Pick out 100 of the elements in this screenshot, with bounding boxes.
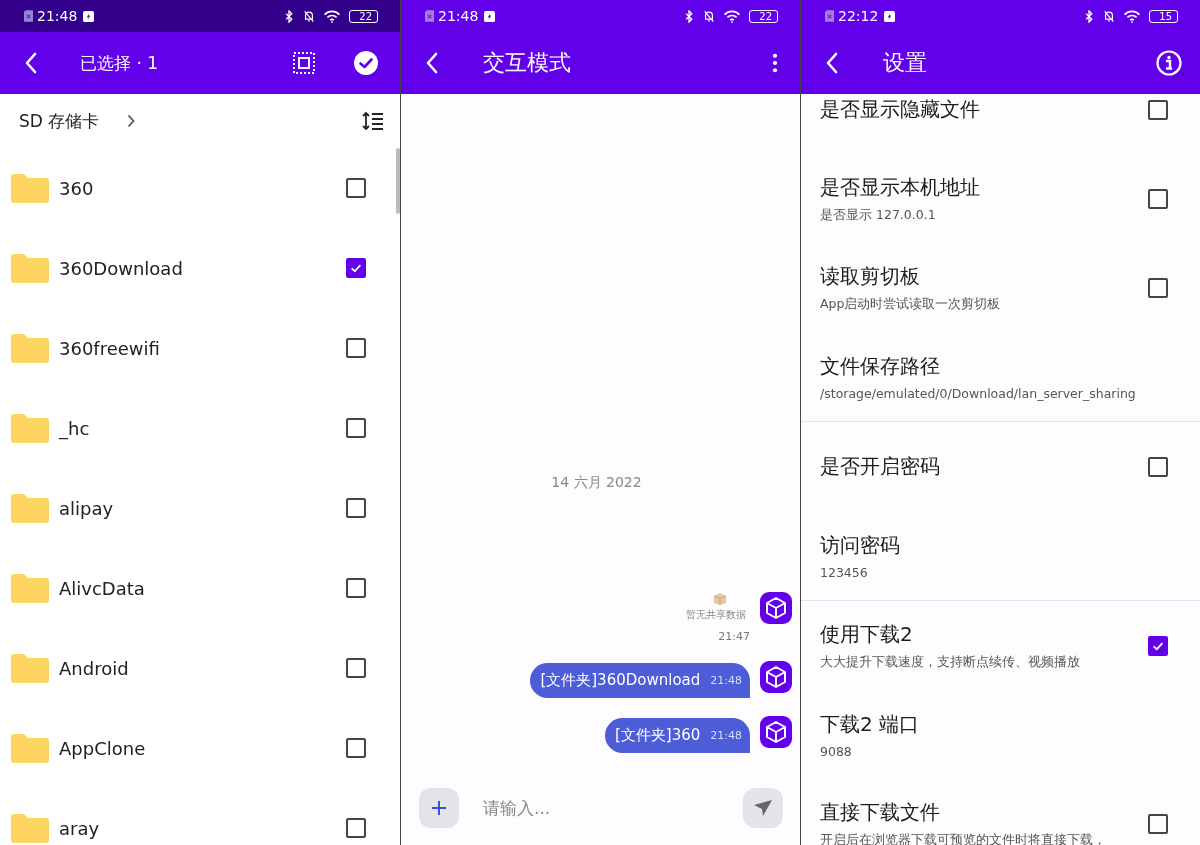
settings-item[interactable]: 是否显示本机地址 是否显示 127.0.0.1	[801, 154, 1200, 243]
folder-icon	[11, 573, 49, 603]
setting-title: 使用下载2	[820, 620, 914, 648]
checkbox[interactable]	[346, 258, 366, 278]
checkbox[interactable]	[1148, 456, 1168, 477]
cube-avatar-icon	[760, 716, 792, 748]
folder-row[interactable]: Android	[0, 628, 400, 708]
folder-name: 360freewifi	[59, 337, 160, 359]
checkbox[interactable]	[346, 178, 366, 198]
folder-icon	[11, 253, 49, 283]
plus-icon	[431, 800, 447, 816]
folder-row[interactable]: aray	[0, 788, 400, 845]
muted-bell-icon	[703, 9, 716, 23]
folder-name: AppClone	[59, 737, 146, 759]
settings-item[interactable]: 读取剪切板 App启动时尝试读取一次剪切板	[801, 243, 1200, 332]
folder-icon	[11, 493, 49, 523]
checkbox[interactable]	[346, 578, 366, 598]
status-time: 21:48	[37, 8, 78, 24]
confirm-check-icon[interactable]	[354, 51, 378, 75]
battery-level: 22	[349, 9, 378, 23]
folder-row[interactable]: 360	[0, 148, 400, 228]
more-menu-icon[interactable]	[772, 53, 778, 73]
send-button[interactable]	[743, 788, 783, 828]
folder-row[interactable]: 360Download	[0, 228, 400, 308]
checkbox[interactable]	[1148, 99, 1168, 120]
folder-icon	[11, 813, 49, 843]
message-bubble[interactable]: [文件夹]360 21:48	[604, 718, 750, 753]
setting-description: App启动时尝试读取一次剪切板	[820, 295, 1002, 313]
info-icon[interactable]	[1156, 50, 1182, 76]
select-all-icon[interactable]	[293, 52, 315, 74]
checkbox[interactable]	[1148, 188, 1168, 209]
message-time: 21:47	[718, 630, 750, 643]
checkbox[interactable]	[346, 738, 366, 758]
flash-icon	[83, 10, 95, 22]
folder-name: 360Download	[59, 257, 183, 279]
send-icon	[753, 799, 773, 817]
sim-card-icon	[825, 10, 834, 22]
message-bubble[interactable]: [文件夹]360Download 21:48	[530, 663, 750, 698]
checkbox[interactable]	[346, 818, 366, 838]
add-button[interactable]	[419, 788, 459, 828]
folder-row[interactable]: _hc	[0, 388, 400, 468]
setting-description: 是否显示 127.0.0.1	[820, 206, 937, 224]
checkbox[interactable]	[346, 338, 366, 358]
setting-title: 访问密码	[820, 531, 901, 559]
checkbox[interactable]	[346, 658, 366, 678]
chevron-right-icon	[127, 114, 136, 128]
message-time: 21:48	[710, 729, 742, 742]
settings-item[interactable]: 使用下载2 大大提升下载速度，支持断点续传、视频播放	[801, 601, 1200, 690]
box-icon	[712, 592, 728, 606]
folder-name: AlivcData	[59, 577, 145, 599]
wifi-icon	[723, 9, 742, 23]
folder-name: Android	[59, 657, 129, 679]
back-icon[interactable]	[425, 52, 439, 74]
scrollbar	[396, 148, 400, 214]
message-input[interactable]: 请输入...	[481, 797, 721, 819]
folder-icon	[11, 733, 49, 763]
message-time: 21:48	[710, 674, 742, 687]
settings-item[interactable]: 访问密码 123456	[801, 511, 1200, 600]
empty-state-text: 暂无共享数据	[686, 608, 746, 622]
setting-description: 123456	[820, 564, 869, 580]
folder-name: alipay	[59, 497, 114, 519]
checkbox[interactable]	[346, 498, 366, 518]
setting-title: 是否开启密码	[820, 453, 941, 480]
wifi-icon	[323, 9, 342, 23]
setting-title: 是否显示隐藏文件	[820, 96, 981, 123]
checkbox[interactable]	[1148, 277, 1168, 298]
checkbox[interactable]	[1148, 813, 1168, 834]
settings-item[interactable]: 直接下载文件 开启后在浏览器下载可预览的文件时将直接下载，	[801, 779, 1200, 845]
settings-item[interactable]: 是否显示隐藏文件	[801, 94, 1200, 154]
folder-row[interactable]: 360freewifi	[0, 308, 400, 388]
date-label: 14 六月 2022	[551, 474, 642, 492]
storage-path-label[interactable]: SD 存储卡	[19, 109, 100, 133]
folder-name: aray	[59, 817, 100, 839]
back-icon[interactable]	[24, 52, 38, 74]
wifi-icon	[1123, 9, 1142, 23]
setting-title: 直接下载文件	[820, 798, 941, 826]
cube-avatar-icon	[760, 661, 792, 693]
muted-bell-icon	[303, 9, 316, 23]
settings-item[interactable]: 是否开启密码	[801, 422, 1200, 511]
sim-card-icon	[24, 10, 33, 22]
setting-description: 大大提升下载速度，支持断点续传、视频播放	[820, 653, 1081, 671]
folder-row[interactable]: AppClone	[0, 708, 400, 788]
folder-icon	[11, 173, 49, 203]
app-bar-title: 已选择 · 1	[80, 51, 159, 75]
folder-icon	[11, 653, 49, 683]
status-time: 21:48	[438, 8, 479, 24]
folder-row[interactable]: AlivcData	[0, 548, 400, 628]
checkbox[interactable]	[1148, 635, 1168, 656]
back-icon[interactable]	[825, 52, 839, 74]
setting-title: 读取剪切板	[820, 262, 921, 290]
settings-item[interactable]: 下载2 端口 9088	[801, 690, 1200, 779]
folder-name: 360	[59, 177, 94, 199]
sort-icon[interactable]	[362, 111, 384, 131]
battery-level: 15	[1149, 9, 1178, 23]
cube-avatar-icon	[760, 592, 792, 624]
setting-title: 是否显示本机地址	[820, 173, 981, 201]
checkbox[interactable]	[346, 418, 366, 438]
folder-icon	[11, 333, 49, 363]
folder-row[interactable]: alipay	[0, 468, 400, 548]
settings-item[interactable]: 文件保存路径 /storage/emulated/0/Download/lan_server_sharing	[801, 332, 1200, 421]
